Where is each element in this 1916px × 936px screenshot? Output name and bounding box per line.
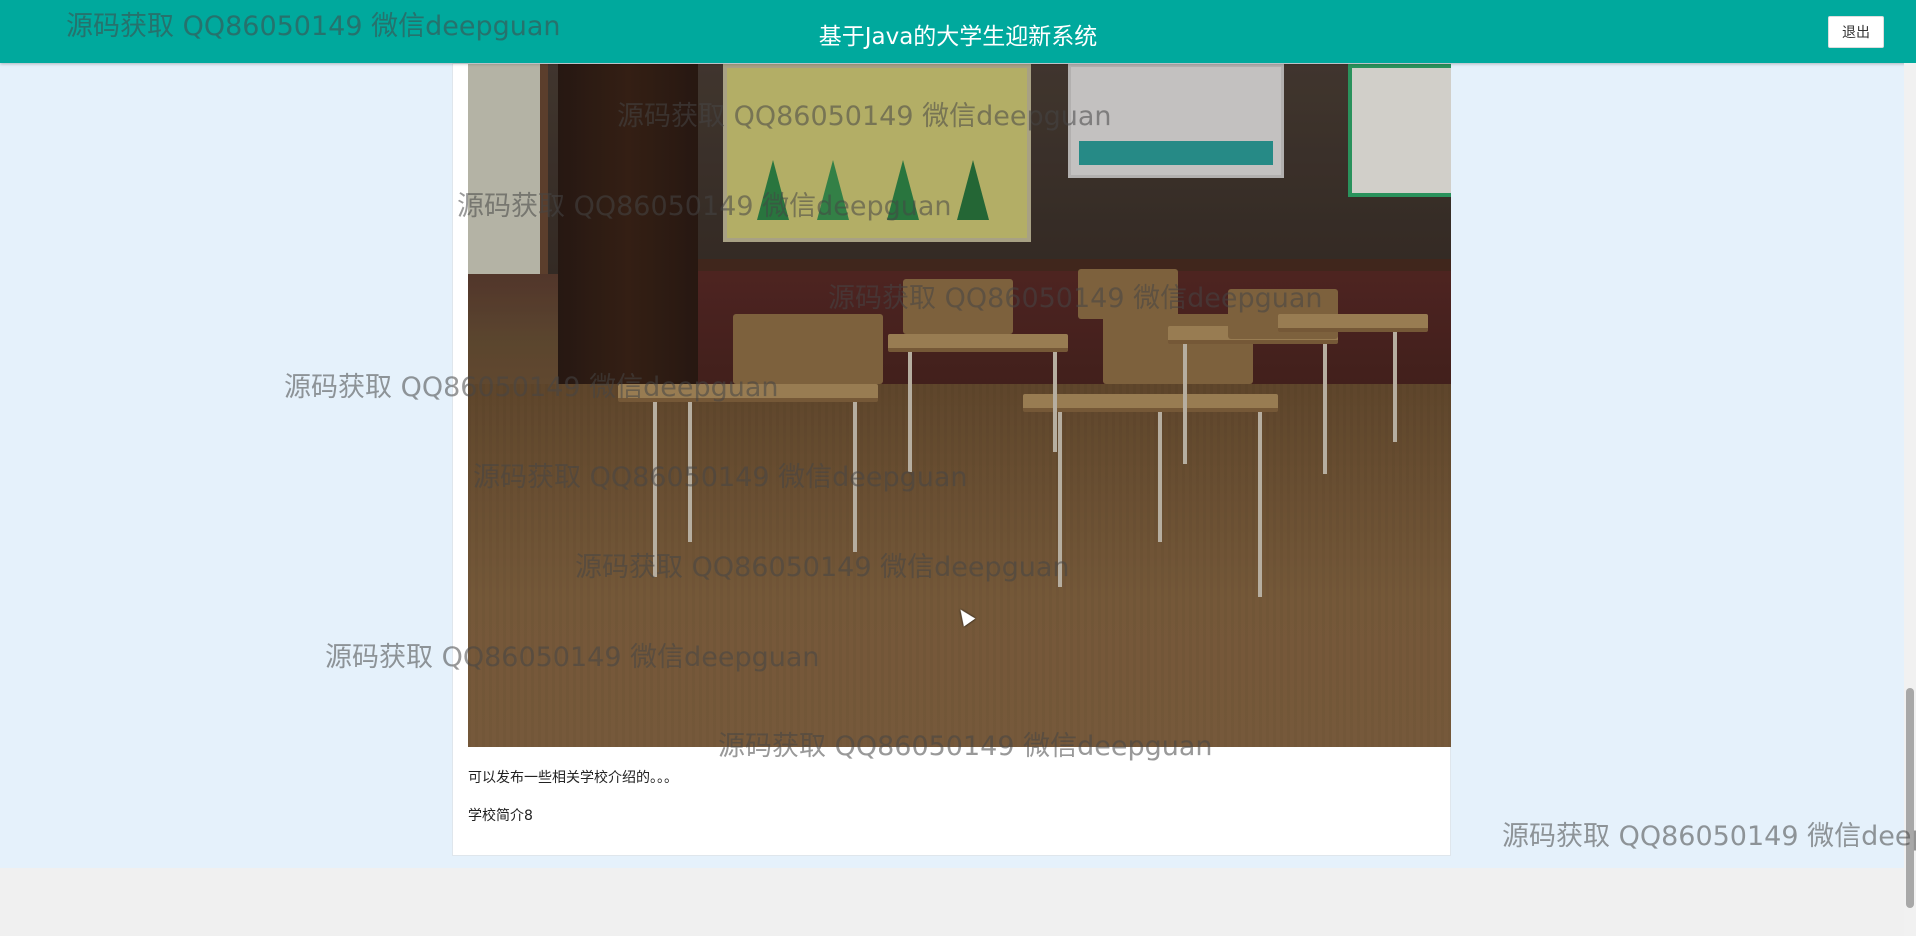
classroom-image	[468, 64, 1451, 747]
article-paragraph: 可以发布一些相关学校介绍的。。。	[468, 770, 678, 786]
article-title-line: 学校简介8	[468, 808, 533, 824]
top-bar: 基于Java的大学生迎新系统 退出	[0, 0, 1916, 63]
app-title: 基于Java的大学生迎新系统	[818, 24, 1098, 50]
page-scrollbar[interactable]	[1904, 63, 1916, 936]
article-card: 可以发布一些相关学校介绍的。。。 学校简介8	[452, 63, 1451, 856]
logout-button[interactable]: 退出	[1828, 16, 1884, 48]
article-text: 可以发布一些相关学校介绍的。。。 学校简介8	[468, 770, 678, 846]
page-footer-area	[0, 868, 1916, 936]
scrollbar-thumb[interactable]	[1906, 688, 1914, 908]
